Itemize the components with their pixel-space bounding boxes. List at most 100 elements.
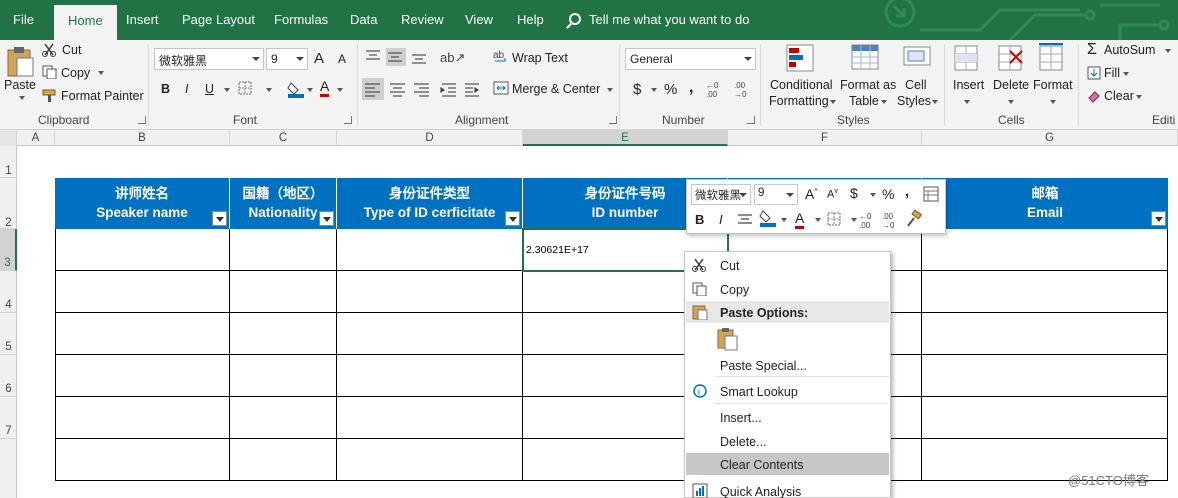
- format-painter-button[interactable]: Format Painter: [61, 89, 144, 103]
- tab-file[interactable]: File: [13, 12, 34, 27]
- row-header-4[interactable]: 4: [0, 271, 17, 313]
- format-as-table-label2[interactable]: Table: [849, 94, 879, 108]
- mini-center-align-icon[interactable]: [737, 212, 753, 228]
- tab-help[interactable]: Help: [517, 12, 544, 27]
- shrink-font-button[interactable]: A: [338, 52, 346, 66]
- tab-formulas[interactable]: Formulas: [274, 12, 328, 27]
- font-launcher-icon[interactable]: [344, 116, 352, 124]
- header-speaker-name[interactable]: 讲师姓名 Speaker name: [55, 178, 230, 229]
- bold-button[interactable]: B: [161, 82, 170, 96]
- menu-item-clear-contents[interactable]: Clear Contents: [686, 453, 889, 475]
- fill-button[interactable]: Fill: [1104, 66, 1120, 80]
- underline-button[interactable]: U: [205, 82, 214, 96]
- chevron-down-icon[interactable]: [786, 193, 794, 197]
- menu-item-insert[interactable]: Insert...: [686, 406, 889, 428]
- number-format-combo[interactable]: General: [625, 48, 756, 70]
- tab-home[interactable]: Home: [54, 5, 117, 40]
- merge-dropdown-icon[interactable]: [607, 88, 613, 92]
- grow-font-button[interactable]: A: [314, 50, 324, 67]
- borders-icon[interactable]: [238, 81, 252, 95]
- mini-font-color-dropdown-icon[interactable]: [815, 218, 821, 222]
- mini-fill-color-icon[interactable]: [759, 209, 777, 227]
- paste-button[interactable]: Paste: [4, 78, 36, 92]
- delete-dropdown-icon[interactable]: [1008, 100, 1014, 104]
- cell-styles-button[interactable]: Cell: [905, 78, 927, 92]
- cell-styles-label2[interactable]: Styles: [897, 94, 931, 108]
- mini-shrink-font-button[interactable]: Av: [827, 188, 838, 201]
- table-cell[interactable]: [922, 397, 1168, 439]
- percent-button[interactable]: %: [664, 81, 677, 98]
- autosum-dropdown-icon[interactable]: [1165, 49, 1171, 53]
- filter-dropdown-icon[interactable]: [1151, 211, 1166, 226]
- table-cell[interactable]: [337, 439, 523, 481]
- borders-dropdown-icon[interactable]: [266, 88, 272, 92]
- paste-icon[interactable]: [5, 44, 35, 78]
- menu-item-quick-analysis[interactable]: Quick Analysis: [686, 480, 889, 498]
- tell-me-search[interactable]: Tell me what you want to do: [569, 12, 749, 27]
- mini-borders-icon[interactable]: [827, 212, 841, 226]
- conditional-formatting-label2[interactable]: Formatting: [769, 94, 829, 108]
- mini-fill-dropdown-icon[interactable]: [781, 218, 787, 222]
- fill-color-dropdown-icon[interactable]: [307, 88, 313, 92]
- delete-cells-button[interactable]: Delete: [993, 78, 1029, 92]
- font-size-combo[interactable]: 9: [266, 48, 308, 70]
- tab-review[interactable]: Review: [401, 12, 444, 27]
- table-cell[interactable]: [55, 313, 230, 355]
- row-header-2[interactable]: 2: [0, 178, 17, 229]
- table-cell[interactable]: [230, 271, 337, 313]
- chevron-down-icon[interactable]: [252, 57, 260, 61]
- vertical-align-icons[interactable]: ab↗: [364, 48, 484, 66]
- column-header-b[interactable]: B: [55, 130, 230, 146]
- column-header-c[interactable]: C: [230, 130, 337, 146]
- mini-currency-dropdown-icon[interactable]: [870, 193, 876, 197]
- row-header-7[interactable]: 7: [0, 397, 17, 439]
- header-email[interactable]: 邮箱 Email: [922, 178, 1168, 229]
- table-cell[interactable]: [922, 313, 1168, 355]
- filter-dropdown-icon[interactable]: [212, 211, 227, 226]
- table-cell[interactable]: [55, 271, 230, 313]
- copy-button[interactable]: Copy: [61, 66, 90, 80]
- table-cell[interactable]: [337, 355, 523, 397]
- mini-font-size[interactable]: 9: [754, 184, 798, 205]
- table-cell[interactable]: [337, 313, 523, 355]
- table-cell[interactable]: [55, 439, 230, 481]
- table-cell[interactable]: [922, 229, 1168, 271]
- paste-option-icon[interactable]: [717, 327, 739, 351]
- mini-currency-button[interactable]: $: [850, 185, 858, 201]
- table-cell[interactable]: [922, 355, 1168, 397]
- font-color-button[interactable]: A: [320, 79, 330, 97]
- mini-bold-button[interactable]: B: [695, 212, 704, 227]
- table-cell[interactable]: [55, 397, 230, 439]
- chevron-down-icon[interactable]: [296, 57, 304, 61]
- header-id-type[interactable]: 身份证件类型 Type of ID cerficitate: [337, 178, 523, 229]
- column-header-a[interactable]: A: [17, 130, 55, 146]
- alignment-launcher-icon[interactable]: [609, 116, 617, 124]
- underline-dropdown-icon[interactable]: [224, 88, 230, 92]
- column-header-f[interactable]: F: [728, 130, 922, 146]
- mini-percent-button[interactable]: %: [882, 186, 894, 202]
- font-name-combo[interactable]: 微软雅黑: [154, 48, 264, 70]
- table-cell[interactable]: [230, 397, 337, 439]
- format-as-table-button[interactable]: Format as: [840, 78, 896, 92]
- comma-button[interactable]: ,: [689, 79, 693, 97]
- format-as-table-dropdown-icon[interactable]: [881, 100, 887, 104]
- select-all-corner[interactable]: [0, 130, 17, 146]
- mini-font-color-button[interactable]: A: [795, 211, 805, 229]
- format-cells-button[interactable]: Format: [1033, 78, 1073, 92]
- conditional-dropdown-icon[interactable]: [830, 100, 836, 104]
- copy-dropdown-icon[interactable]: [98, 71, 104, 75]
- table-cell[interactable]: [55, 229, 230, 271]
- horizontal-align-icons[interactable]: [362, 78, 482, 100]
- menu-item-delete[interactable]: Delete...: [686, 430, 889, 452]
- header-nationality[interactable]: 国籍（地区） Nationality: [230, 178, 337, 229]
- column-header-d[interactable]: D: [337, 130, 523, 146]
- cut-button[interactable]: Cut: [62, 43, 81, 57]
- chevron-down-icon[interactable]: [744, 57, 752, 61]
- tab-view[interactable]: View: [465, 12, 493, 27]
- tab-page-layout[interactable]: Page Layout: [182, 12, 255, 27]
- mini-italic-button[interactable]: I: [719, 212, 723, 227]
- clipboard-launcher-icon[interactable]: [138, 116, 146, 124]
- cell-styles-dropdown-icon[interactable]: [932, 100, 938, 104]
- table-cell[interactable]: [337, 397, 523, 439]
- chevron-down-icon[interactable]: [739, 193, 747, 197]
